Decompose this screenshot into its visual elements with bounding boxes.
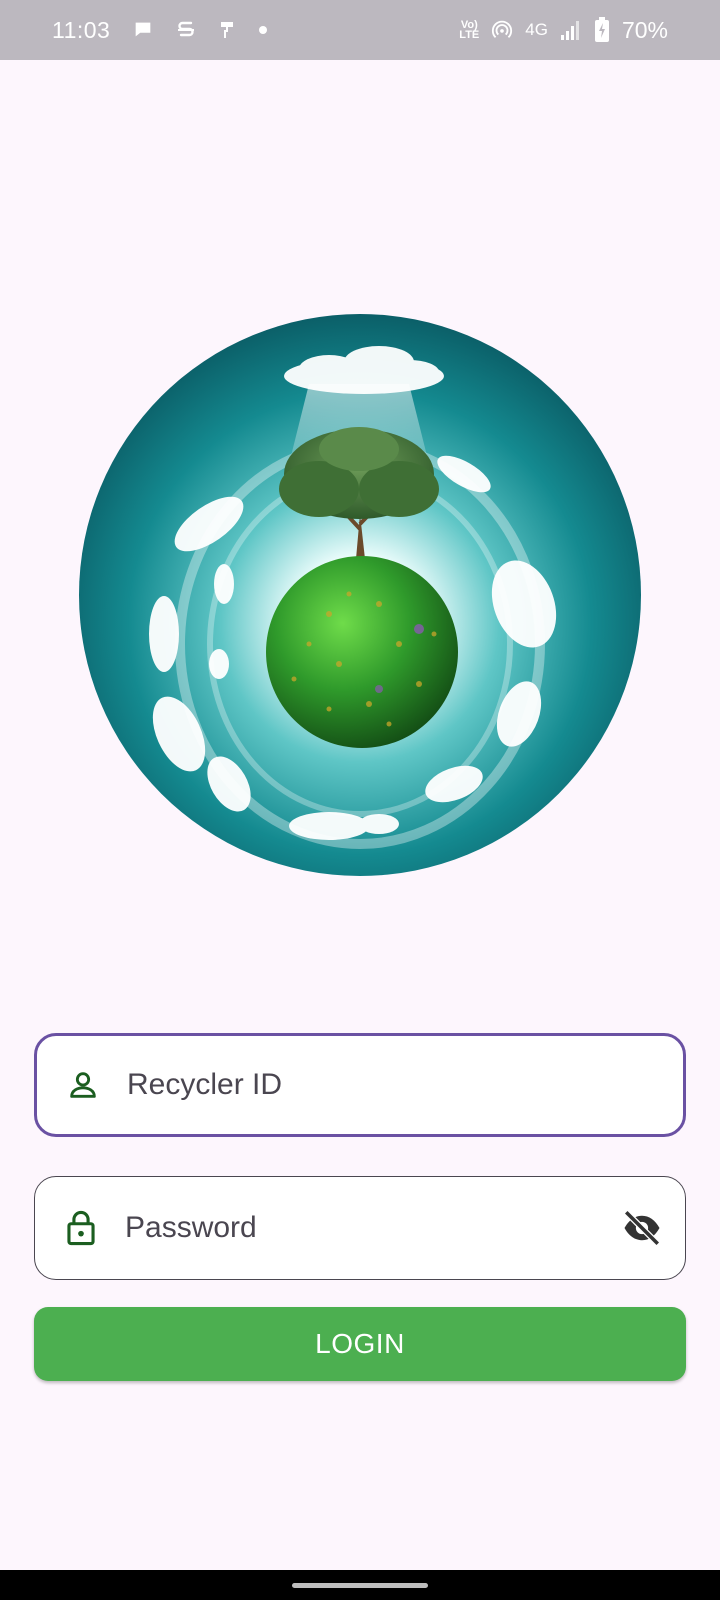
password-field[interactable] [34,1176,686,1280]
signal-strength-icon [560,19,582,41]
person-icon [63,1065,103,1105]
battery-charging-icon [594,17,610,43]
lock-icon [61,1208,101,1248]
app-s-notification-icon [176,19,196,41]
volte-icon: Vo) LTE [459,20,480,41]
more-notifications-dot-icon [258,25,268,35]
recycler-id-input[interactable] [125,1054,683,1116]
earth-tree-illustration [79,314,641,876]
eye-off-icon[interactable] [619,1205,665,1251]
volte-label-bottom: LTE [459,29,480,41]
status-time: 11:03 [52,16,111,43]
status-left-group: 11:03 [52,17,268,44]
chat-notification-icon [132,19,154,41]
status-right-group: Vo) LTE 4G 70% [459,17,668,44]
paint-roller-icon [218,19,236,41]
home-gesture-handle[interactable] [292,1583,428,1588]
battery-percent: 70% [621,16,668,43]
login-button[interactable]: LOGIN [34,1307,686,1381]
network-type-label: 4G [525,20,548,39]
password-input[interactable] [123,1197,619,1259]
status-bar: 11:03 Vo) LTE 4G 70% [0,0,720,60]
earth-tree-image [79,314,641,876]
hotspot-icon [491,19,513,41]
navigation-bar [0,1570,720,1600]
recycler-id-field[interactable] [34,1033,686,1137]
